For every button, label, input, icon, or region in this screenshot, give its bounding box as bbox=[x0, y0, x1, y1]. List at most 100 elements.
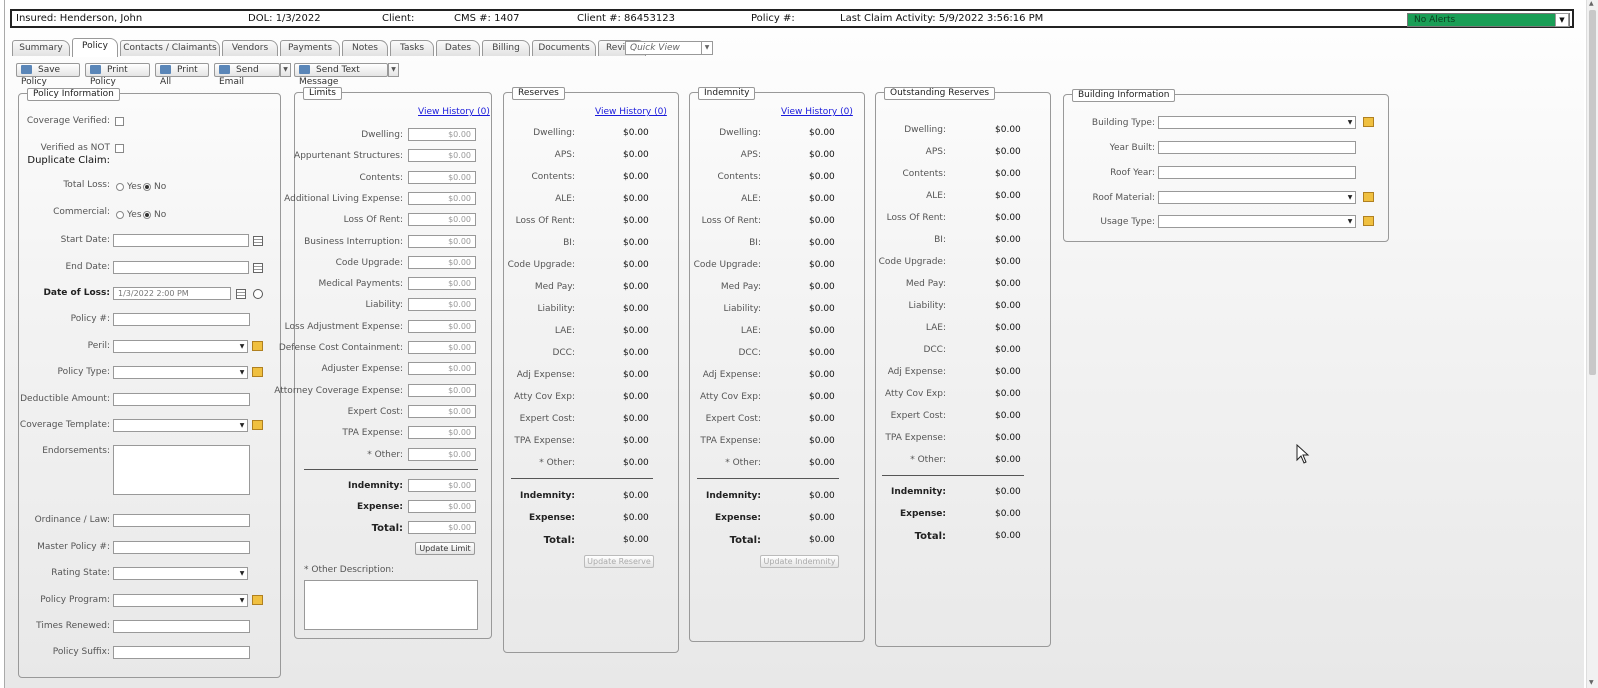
reserves-row-value: $0.00 bbox=[623, 304, 649, 314]
building-type-select[interactable]: ▼ bbox=[1158, 116, 1356, 129]
reserves-view-history-link[interactable]: View History (0) bbox=[595, 107, 667, 117]
indemnity-row-label: Dwelling: bbox=[719, 128, 761, 138]
edit-list-icon[interactable] bbox=[252, 341, 263, 351]
alerts-select[interactable]: No Alerts bbox=[1407, 13, 1570, 27]
limits-row-input[interactable]: $0.00 bbox=[408, 255, 476, 269]
indemnity-view-history-link[interactable]: View History (0) bbox=[781, 107, 853, 117]
tab-dates[interactable]: Dates bbox=[436, 40, 480, 56]
indemnity-row-value: $0.00 bbox=[809, 304, 835, 314]
calendar-icon[interactable] bbox=[253, 236, 263, 246]
ordinance-law-label: Ordinance / Law: bbox=[34, 515, 110, 525]
indemnity-total-label: Total: bbox=[729, 535, 761, 546]
limits-row-input[interactable]: $0.00 bbox=[408, 362, 476, 376]
tab-summary[interactable]: Summary bbox=[12, 40, 70, 56]
email-icon bbox=[219, 65, 230, 74]
outstanding-row-label: Contents: bbox=[902, 169, 946, 179]
scroll-up-icon[interactable]: ▲ bbox=[1589, 0, 1597, 7]
outstanding-row-label: LAE: bbox=[925, 323, 946, 333]
limits-row-input[interactable]: $0.00 bbox=[408, 149, 476, 163]
verified-not-duplicate-checkbox[interactable] bbox=[115, 144, 124, 153]
limits-row-input[interactable]: $0.00 bbox=[408, 170, 476, 184]
vertical-scrollbar[interactable]: ▲ ▼ bbox=[1586, 0, 1598, 688]
tab-tasks[interactable]: Tasks bbox=[390, 40, 434, 56]
chevron-down-icon: ▼ bbox=[701, 42, 712, 54]
send-email-button[interactable]: Send Email bbox=[214, 63, 280, 87]
tab-billing[interactable]: Billing bbox=[482, 40, 530, 56]
roof-year-input[interactable] bbox=[1158, 166, 1356, 179]
limits-row-input[interactable]: $0.00 bbox=[408, 234, 476, 248]
calendar-icon[interactable] bbox=[236, 289, 246, 299]
limits-row-input[interactable]: $0.00 bbox=[408, 277, 476, 291]
end-date-input[interactable] bbox=[113, 261, 249, 274]
coverage-verified-checkbox[interactable] bbox=[115, 117, 124, 126]
limits-row-input[interactable]: $0.00 bbox=[408, 128, 476, 141]
tab-payments[interactable]: Payments bbox=[280, 40, 340, 56]
tab-notes[interactable]: Notes bbox=[342, 40, 388, 56]
rating-state-select[interactable]: ▼ bbox=[113, 567, 248, 580]
endorsements-textarea[interactable] bbox=[113, 445, 250, 495]
update-indemnity-button[interactable]: Update Indemnity bbox=[760, 555, 839, 568]
coverage-template-select[interactable]: ▼ bbox=[113, 419, 248, 432]
edit-list-icon[interactable] bbox=[252, 367, 263, 377]
send-email-dropdown[interactable]: ▼ bbox=[280, 63, 291, 77]
edit-list-icon[interactable] bbox=[1363, 216, 1374, 226]
edit-list-icon[interactable] bbox=[252, 420, 263, 430]
limits-row-input[interactable]: $0.00 bbox=[408, 319, 476, 333]
roof-material-select[interactable]: ▼ bbox=[1158, 191, 1356, 204]
other-description-textarea[interactable] bbox=[304, 580, 478, 630]
reserves-row-value: $0.00 bbox=[623, 150, 649, 160]
commercial-no-radio[interactable] bbox=[143, 211, 151, 219]
times-renewed-input[interactable] bbox=[113, 620, 250, 633]
master-policy-input[interactable] bbox=[113, 541, 250, 554]
total-loss-yes-radio[interactable] bbox=[116, 183, 124, 191]
limits-row-input[interactable]: $0.00 bbox=[408, 213, 476, 227]
edit-list-icon[interactable] bbox=[1363, 192, 1374, 202]
chevron-down-icon: ▼ bbox=[239, 422, 245, 429]
clock-icon[interactable] bbox=[253, 289, 263, 299]
send-text-button[interactable]: Send Text Message bbox=[294, 63, 388, 87]
limits-row-input[interactable]: $0.00 bbox=[408, 447, 476, 461]
policy-suffix-input[interactable] bbox=[113, 646, 250, 659]
policy-number-input[interactable] bbox=[113, 313, 250, 326]
limits-row-input[interactable]: $0.00 bbox=[408, 298, 476, 312]
tab-policy[interactable]: Policy bbox=[72, 38, 118, 57]
tab-vendors[interactable]: Vendors bbox=[222, 40, 278, 56]
commercial-yes-radio[interactable] bbox=[116, 211, 124, 219]
reserves-row-label: Expert Cost: bbox=[519, 414, 575, 424]
deductible-input[interactable] bbox=[113, 393, 250, 406]
limits-row-label: Loss Adjustment Expense: bbox=[284, 321, 403, 332]
indemnity-row-label: DCC: bbox=[738, 348, 761, 358]
limits-row-input[interactable]: $0.00 bbox=[408, 426, 476, 440]
tab-documents[interactable]: Documents bbox=[532, 40, 596, 56]
reserves-row-value: $0.00 bbox=[623, 128, 649, 138]
send-text-dropdown[interactable]: ▼ bbox=[388, 63, 399, 77]
peril-select[interactable]: ▼ bbox=[113, 340, 248, 353]
indemnity-row-label: BI: bbox=[749, 238, 761, 248]
limits-row-input[interactable]: $0.00 bbox=[408, 404, 476, 418]
limits-row-input[interactable]: $0.00 bbox=[408, 341, 476, 354]
edit-list-icon[interactable] bbox=[1363, 117, 1374, 127]
start-date-input[interactable] bbox=[113, 234, 249, 247]
scrollbar-thumb[interactable] bbox=[1589, 10, 1596, 375]
policy-type-select[interactable]: ▼ bbox=[113, 366, 248, 379]
alerts-dropdown-icon[interactable]: ▼ bbox=[1555, 13, 1569, 27]
ordinance-law-input[interactable] bbox=[113, 514, 250, 527]
update-reserve-button[interactable]: Update Reserve bbox=[584, 555, 654, 568]
scroll-down-icon[interactable]: ▼ bbox=[1589, 679, 1597, 686]
print-policy-button[interactable]: Print Policy bbox=[85, 63, 150, 87]
print-all-button[interactable]: Print All bbox=[155, 63, 209, 87]
calendar-icon[interactable] bbox=[253, 263, 263, 273]
limits-row-input[interactable]: $0.00 bbox=[408, 191, 476, 205]
date-of-loss-input[interactable]: 1/3/2022 2:00 PM bbox=[113, 287, 231, 300]
update-limit-button[interactable]: Update Limit bbox=[415, 542, 475, 555]
policy-program-select[interactable]: ▼ bbox=[113, 594, 248, 607]
limits-view-history-link[interactable]: View History (0) bbox=[418, 107, 490, 117]
limits-row-input[interactable]: $0.00 bbox=[408, 383, 476, 397]
usage-type-select[interactable]: ▼ bbox=[1158, 215, 1356, 228]
total-loss-no-radio[interactable] bbox=[143, 183, 151, 191]
quick-view-select[interactable]: Quick View ▼ bbox=[625, 41, 713, 55]
tab-contacts[interactable]: Contacts / Claimants bbox=[120, 40, 220, 56]
year-built-input[interactable] bbox=[1158, 141, 1356, 154]
edit-list-icon[interactable] bbox=[252, 595, 263, 605]
save-policy-button[interactable]: Save Policy bbox=[16, 63, 80, 87]
